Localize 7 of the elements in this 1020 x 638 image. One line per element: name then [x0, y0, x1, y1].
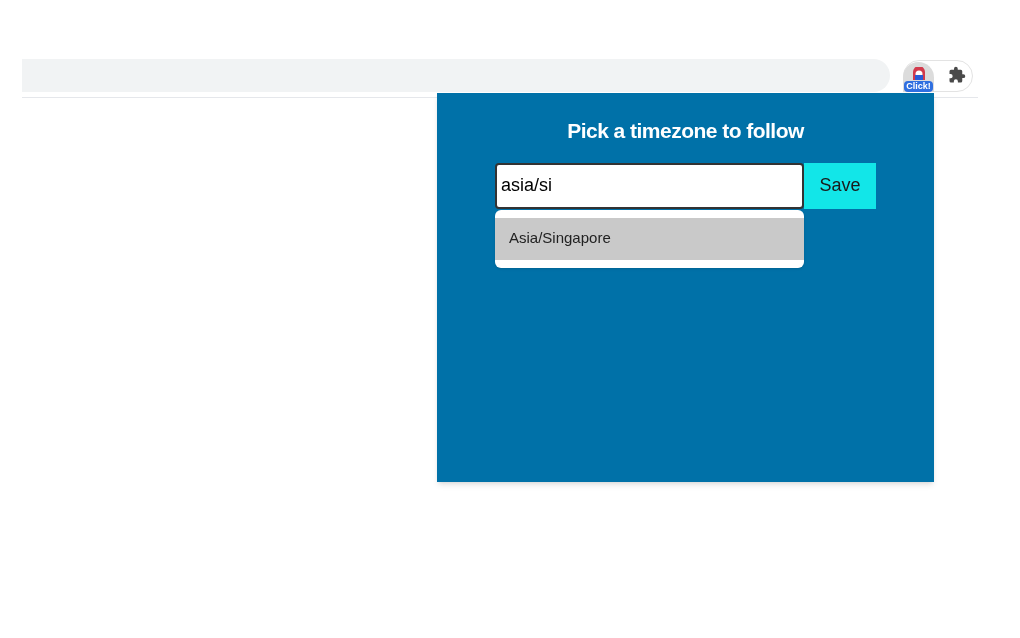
save-button[interactable]: Save	[804, 162, 876, 209]
extension-icon	[911, 67, 926, 81]
popup-title: Pick a timezone to follow	[567, 118, 804, 144]
suggestion-item[interactable]: Asia/Singapore	[495, 217, 804, 260]
puzzle-icon[interactable]	[948, 66, 966, 84]
extension-button[interactable]: Click!	[903, 62, 934, 92]
timezone-field[interactable]: asia/si	[495, 162, 804, 209]
